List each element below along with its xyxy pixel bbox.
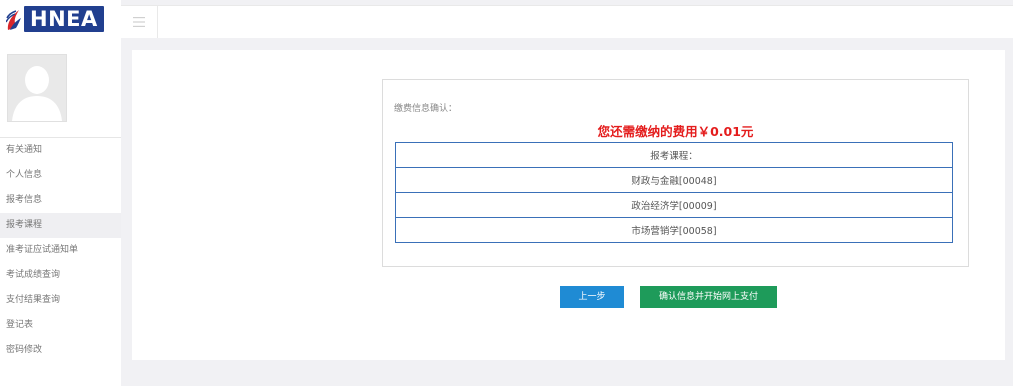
section-label: 缴费信息确认：: [394, 104, 458, 114]
sidebar-item-personal-info[interactable]: 个人信息: [0, 163, 121, 188]
sidebar-item-score-query[interactable]: 考试成绩查询: [0, 263, 121, 288]
avatar: [7, 54, 67, 122]
sidebar-item-registration-info[interactable]: 报考信息: [0, 188, 121, 213]
confirm-and-pay-button[interactable]: 确认信息并开始网上支付: [640, 286, 777, 308]
course-table: 报考课程： 财政与金融[00048] 政治经济学[00009] 市场营销学[00…: [395, 142, 953, 243]
sidebar-item-notices[interactable]: 有关通知: [0, 138, 121, 163]
table-header-row: 报考课程：: [395, 142, 953, 168]
logo[interactable]: HNEA: [6, 5, 104, 33]
sidebar-item-registered-courses[interactable]: 报考课程: [0, 213, 121, 238]
fee-due-text: 您还需缴纳的费用￥0.01元: [597, 124, 754, 139]
sidebar-item-change-password[interactable]: 密码修改: [0, 338, 121, 363]
course-cell: 财政与金融[00048]: [395, 167, 953, 193]
hamburger-icon: [133, 17, 145, 27]
table-header: 报考课程：: [395, 142, 953, 168]
table-row: 政治经济学[00009]: [395, 192, 953, 218]
table-row: 市场营销学[00058]: [395, 217, 953, 243]
course-cell: 政治经济学[00009]: [395, 192, 953, 218]
sidebar-nav: 有关通知 个人信息 报考信息 报考课程 准考证应试通知单 考试成绩查询 支付结果…: [0, 138, 121, 363]
flame-logo-icon: [6, 10, 21, 30]
previous-step-button[interactable]: 上一步: [560, 286, 624, 308]
table-row: 财政与金融[00048]: [395, 167, 953, 193]
sidebar-item-admission-ticket[interactable]: 准考证应试通知单: [0, 238, 121, 263]
course-cell: 市场营销学[00058]: [395, 217, 953, 243]
sidebar-item-payment-query[interactable]: 支付结果查询: [0, 288, 121, 313]
sidebar: HNEA 有关通知 个人信息 报考信息 报考课程 准考证应试通知单 考试成绩查询…: [0, 0, 121, 386]
payment-confirmation-card: 缴费信息确认： 您还需缴纳的费用￥0.01元 报考课程： 财政与金融[00048…: [382, 79, 969, 267]
menu-toggle-button[interactable]: [121, 6, 158, 38]
main-panel: 缴费信息确认： 您还需缴纳的费用￥0.01元 报考课程： 财政与金融[00048…: [132, 50, 1005, 360]
top-bar: [121, 5, 1013, 38]
logo-text: HNEA: [24, 6, 104, 32]
user-silhouette-icon: [8, 55, 66, 121]
sidebar-item-registration-form[interactable]: 登记表: [0, 313, 121, 338]
